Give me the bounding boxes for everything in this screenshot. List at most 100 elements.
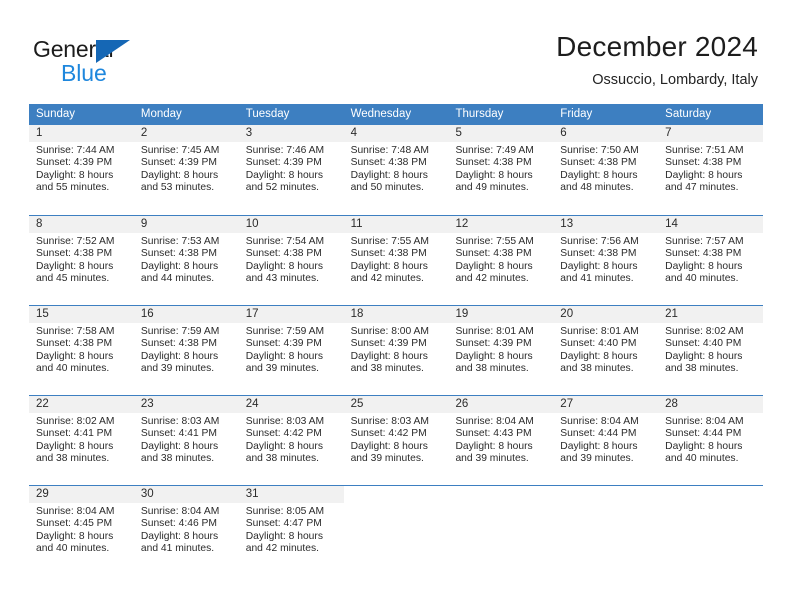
calendar-day-cell[interactable]: 14 Sunrise: 7:57 AM Sunset: 4:38 PM Dayligh… — [658, 216, 764, 305]
daylight-text-line1: Daylight: 8 hours — [36, 440, 114, 452]
day-cell-inner: 6 Sunrise: 7:50 AM Sunset: 4:38 PM Daylight… — [553, 125, 659, 199]
sunrise-text: Sunrise: 7:59 AM — [140, 326, 220, 337]
daylight-text-line2: and 42 minutes. — [245, 543, 319, 555]
calendar-day-cell[interactable]: 1 Sunrise: 7:44 AM Sunset: 4:39 PM Daylight… — [29, 125, 134, 214]
day-cell-inner — [344, 486, 449, 560]
calendar-day-cell[interactable]: 31 Sunrise: 8:05 AM Sunset: 4:47 PM Dayligh… — [238, 486, 344, 575]
day-cell-inner: 24 Sunrise: 8:03 AM Sunset: 4:42 PM Dayligh… — [238, 396, 344, 470]
sunrise-text: Sunrise: 8:00 AM — [350, 326, 429, 337]
daylight-text-line2: and 38 minutes. — [560, 363, 634, 375]
calendar-day-cell[interactable]: 2 Sunrise: 7:45 AM Sunset: 4:39 PM Daylight… — [133, 125, 239, 214]
calendar-day-cell[interactable]: 24 Sunrise: 8:03 AM Sunset: 4:42 PM Dayligh… — [238, 396, 344, 485]
daylight-text-line2: and 49 minutes. — [455, 182, 529, 194]
daylight-text-line2: and 48 minutes. — [560, 182, 634, 194]
daylight-text-line1: Daylight: 8 hours — [665, 350, 743, 362]
sunrise-text: Sunrise: 7:59 AM — [245, 326, 325, 337]
sunrise-text: Sunrise: 7:46 AM — [245, 145, 325, 156]
day-cell-inner: 17 Sunrise: 7:59 AM Sunset: 4:39 PM Dayligh… — [238, 306, 344, 380]
daylight-text-line2: and 38 minutes. — [140, 453, 215, 465]
calendar-day-cell[interactable]: 11 Sunrise: 7:55 AM Sunset: 4:38 PM Dayligh… — [343, 216, 449, 305]
daylight-text-line2: and 42 minutes. — [455, 273, 529, 285]
sunset-text: Sunset: 4:47 PM — [245, 518, 322, 530]
day-number: 28 — [658, 396, 764, 413]
day-cell-inner: 4 Sunrise: 7:48 AM Sunset: 4:38 PM Daylight… — [343, 125, 449, 199]
sunrise-text: Sunrise: 8:03 AM — [350, 416, 429, 427]
daylight-text-line2: and 39 minutes. — [245, 363, 319, 375]
daylight-text-line2: and 53 minutes. — [140, 182, 215, 194]
calendar-day-cell-empty — [553, 486, 658, 575]
calendar-day-cell[interactable]: 4 Sunrise: 7:48 AM Sunset: 4:38 PM Daylight… — [343, 125, 449, 214]
day-sun-details: Sunrise: 8:04 AM Sunset: 4:43 PM Daylight:… — [448, 413, 553, 466]
calendar-day-cell-empty — [448, 486, 553, 575]
daylight-text-line2: and 40 minutes. — [665, 273, 739, 285]
day-number — [658, 486, 763, 503]
calendar-day-cell[interactable]: 17 Sunrise: 7:59 AM Sunset: 4:39 PM Dayligh… — [238, 306, 344, 395]
calendar-day-cell[interactable]: 15 Sunrise: 7:58 AM Sunset: 4:38 PM Dayligh… — [29, 306, 134, 395]
daylight-text-line2: and 39 minutes. — [140, 363, 215, 375]
calendar-day-cell[interactable]: 12 Sunrise: 7:55 AM Sunset: 4:38 PM Dayligh… — [448, 216, 554, 305]
calendar-day-cell[interactable]: 16 Sunrise: 7:59 AM Sunset: 4:38 PM Dayligh… — [133, 306, 239, 395]
calendar-day-cell[interactable]: 7 Sunrise: 7:51 AM Sunset: 4:38 PM Daylight… — [658, 125, 764, 214]
sunrise-text: Sunrise: 7:51 AM — [665, 145, 744, 156]
calendar-day-cell[interactable]: 13 Sunrise: 7:56 AM Sunset: 4:38 PM Dayligh… — [553, 216, 659, 305]
sunrise-text: Sunrise: 8:05 AM — [245, 506, 325, 517]
daylight-text-line1: Daylight: 8 hours — [245, 530, 323, 542]
sunset-text: Sunset: 4:38 PM — [245, 248, 322, 260]
calendar-day-cell[interactable]: 8 Sunrise: 7:52 AM Sunset: 4:38 PM Daylight… — [29, 216, 134, 305]
daylight-text-line2: and 42 minutes. — [350, 273, 424, 285]
daylight-text-line1: Daylight: 8 hours — [140, 530, 219, 542]
day-number: 27 — [553, 396, 659, 413]
calendar-day-cell[interactable]: 23 Sunrise: 8:03 AM Sunset: 4:41 PM Dayligh… — [133, 396, 239, 485]
calendar-day-cell[interactable]: 6 Sunrise: 7:50 AM Sunset: 4:38 PM Daylight… — [553, 125, 659, 214]
day-number: 2 — [133, 125, 239, 142]
day-sun-details: Sunrise: 8:03 AM Sunset: 4:41 PM Daylight:… — [134, 413, 239, 466]
calendar-day-cell[interactable]: 26 Sunrise: 8:04 AM Sunset: 4:43 PM Dayligh… — [448, 396, 554, 485]
sunset-text: Sunset: 4:38 PM — [560, 248, 637, 260]
calendar-day-cell[interactable]: 9 Sunrise: 7:53 AM Sunset: 4:38 PM Daylight… — [133, 216, 239, 305]
calendar-day-cell[interactable]: 10 Sunrise: 7:54 AM Sunset: 4:38 PM Dayligh… — [238, 216, 344, 305]
calendar-day-cell[interactable]: 21 Sunrise: 8:02 AM Sunset: 4:40 PM Dayligh… — [658, 306, 764, 395]
day-sun-details: Sunrise: 7:54 AM Sunset: 4:38 PM Daylight:… — [239, 233, 344, 286]
daylight-text-line2: and 39 minutes. — [350, 453, 424, 465]
calendar-day-cell[interactable]: 3 Sunrise: 7:46 AM Sunset: 4:39 PM Daylight… — [238, 125, 344, 214]
calendar-day-cell[interactable]: 28 Sunrise: 8:04 AM Sunset: 4:44 PM Dayligh… — [658, 396, 764, 485]
sunset-text: Sunset: 4:40 PM — [560, 338, 637, 350]
calendar-day-cell[interactable]: 19 Sunrise: 8:01 AM Sunset: 4:39 PM Dayligh… — [448, 306, 554, 395]
calendar-day-cell[interactable]: 20 Sunrise: 8:01 AM Sunset: 4:40 PM Dayligh… — [553, 306, 659, 395]
day-sun-details: Sunrise: 8:04 AM Sunset: 4:45 PM Daylight:… — [29, 503, 134, 556]
calendar-day-cell[interactable]: 22 Sunrise: 8:02 AM Sunset: 4:41 PM Dayligh… — [29, 396, 134, 485]
day-cell-inner: 16 Sunrise: 7:59 AM Sunset: 4:38 PM Dayligh… — [133, 306, 239, 380]
calendar-day-cell[interactable]: 30 Sunrise: 8:04 AM Sunset: 4:46 PM Dayligh… — [133, 486, 239, 575]
calendar-day-cell[interactable]: 29 Sunrise: 8:04 AM Sunset: 4:45 PM Dayligh… — [29, 486, 134, 575]
calendar-day-cell-empty — [344, 486, 449, 575]
day-sun-details: Sunrise: 8:03 AM Sunset: 4:42 PM Daylight:… — [344, 413, 449, 466]
daylight-text-line1: Daylight: 8 hours — [665, 260, 743, 272]
day-sun-details — [553, 503, 658, 506]
daylight-text-line2: and 40 minutes. — [36, 363, 110, 375]
day-sun-details — [448, 503, 553, 506]
calendar-day-cell[interactable]: 5 Sunrise: 7:49 AM Sunset: 4:38 PM Daylight… — [448, 125, 554, 214]
day-cell-inner: 11 Sunrise: 7:55 AM Sunset: 4:38 PM Dayligh… — [343, 216, 449, 290]
page-header: General Blue December 2024 Ossuccio, Lom… — [0, 0, 792, 100]
calendar-day-cell[interactable]: 27 Sunrise: 8:04 AM Sunset: 4:44 PM Dayligh… — [553, 396, 659, 485]
day-of-week-monday: Monday — [140, 108, 182, 120]
day-number: 15 — [29, 306, 134, 323]
sunrise-text: Sunrise: 8:03 AM — [140, 416, 220, 427]
day-sun-details: Sunrise: 7:51 AM Sunset: 4:38 PM Daylight:… — [658, 142, 763, 195]
day-cell-inner: 7 Sunrise: 7:51 AM Sunset: 4:38 PM Daylight… — [658, 125, 764, 199]
day-number: 20 — [553, 306, 659, 323]
calendar-day-cell[interactable]: 18 Sunrise: 8:00 AM Sunset: 4:39 PM Dayligh… — [343, 306, 449, 395]
day-cell-inner: 1 Sunrise: 7:44 AM Sunset: 4:39 PM Daylight… — [29, 125, 134, 199]
daylight-text-line2: and 52 minutes. — [245, 182, 319, 194]
sunrise-text: Sunrise: 7:58 AM — [36, 326, 115, 337]
day-cell-inner — [658, 486, 763, 560]
daylight-text-line1: Daylight: 8 hours — [36, 169, 114, 181]
sunset-text: Sunset: 4:41 PM — [36, 428, 113, 440]
calendar-week-row: 1 Sunrise: 7:44 AM Sunset: 4:39 PM Daylight… — [29, 125, 764, 215]
day-cell-inner: 18 Sunrise: 8:00 AM Sunset: 4:39 PM Dayligh… — [343, 306, 449, 380]
day-number: 11 — [343, 216, 449, 233]
sunset-text: Sunset: 4:38 PM — [560, 157, 637, 169]
sunrise-text: Sunrise: 8:04 AM — [455, 416, 534, 427]
calendar-day-cell[interactable]: 25 Sunrise: 8:03 AM Sunset: 4:42 PM Dayligh… — [343, 396, 449, 485]
daylight-text-line1: Daylight: 8 hours — [350, 350, 428, 362]
